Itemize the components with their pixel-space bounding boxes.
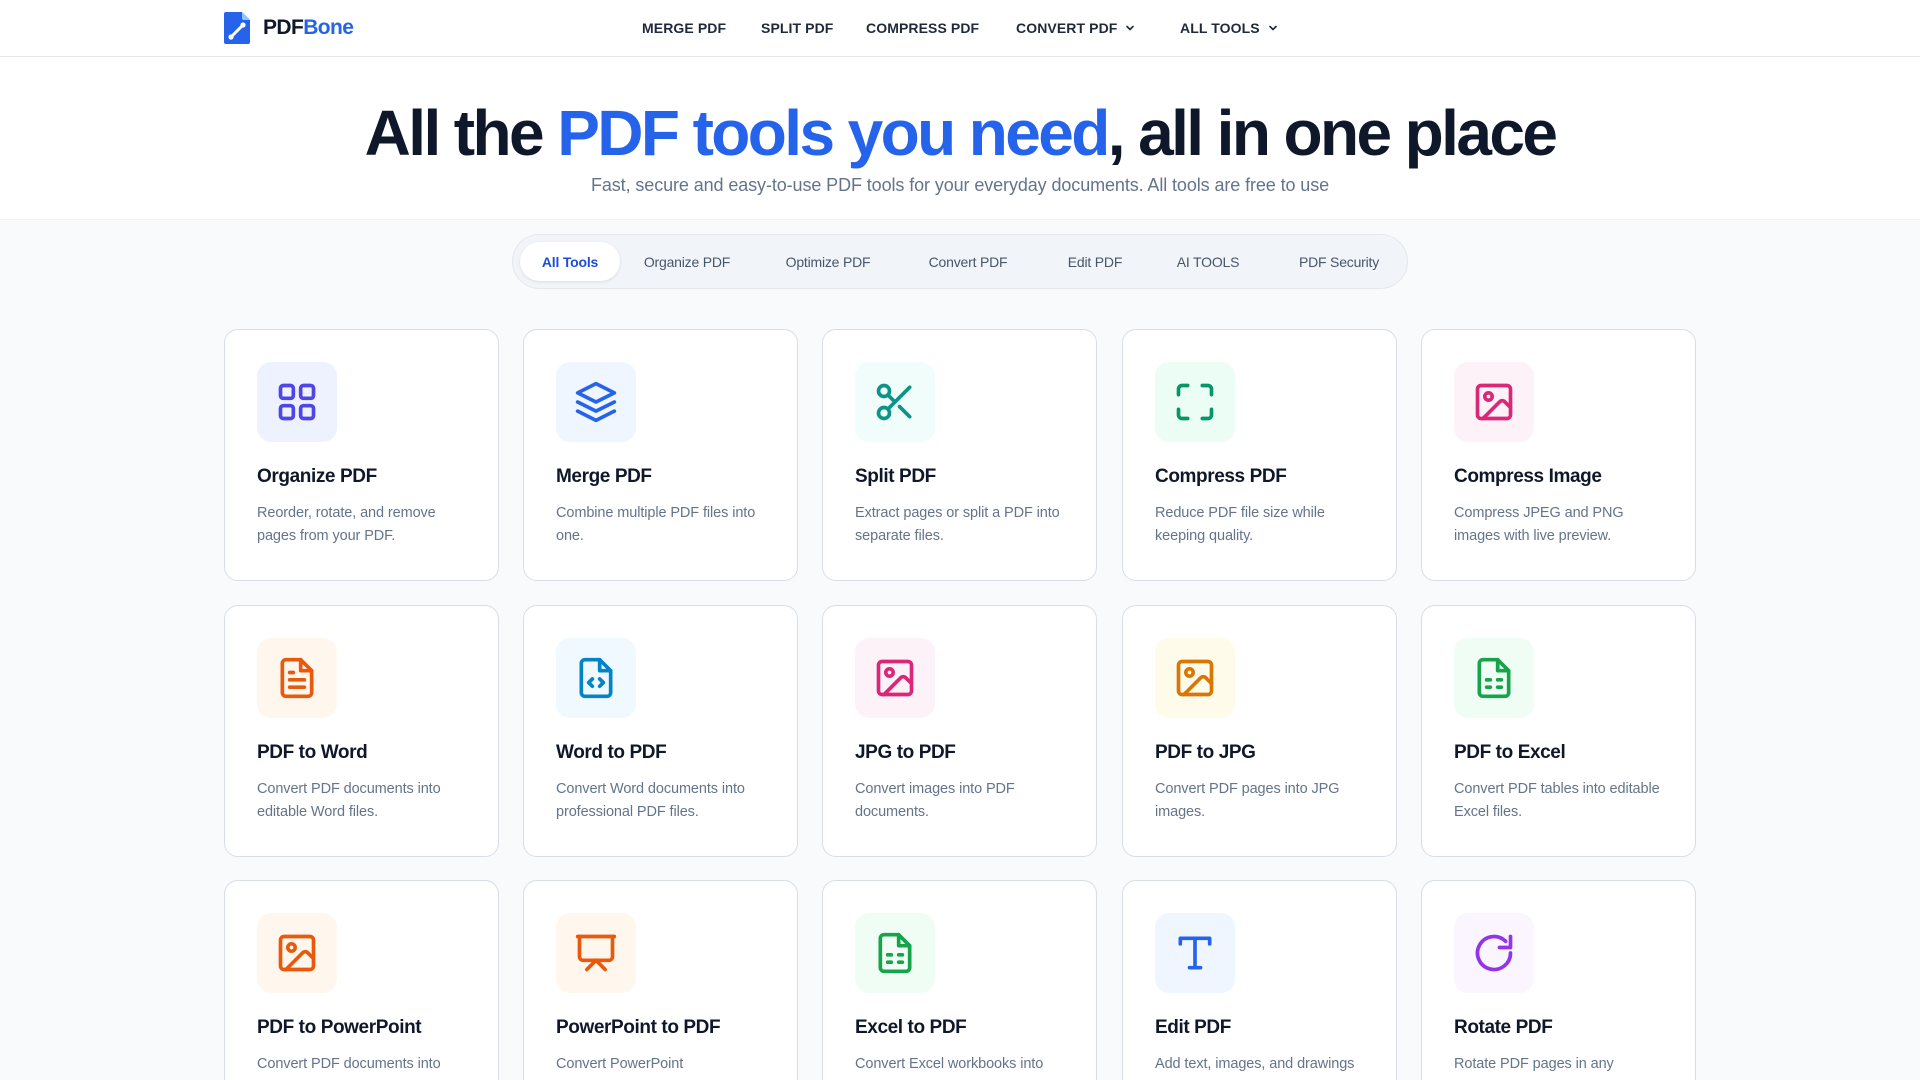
tool-title: Compress PDF	[1155, 466, 1287, 487]
code-file-icon	[579, 657, 613, 699]
image-icon	[278, 934, 316, 972]
tool-icon-box	[1155, 638, 1235, 718]
tool-icon-box	[257, 638, 337, 718]
scissors-icon	[876, 383, 912, 421]
tool-description: Rotate PDF pages in any	[1454, 1056, 1614, 1072]
tool-icon-box	[556, 913, 636, 993]
tool-description: Convert Word documents into professional…	[556, 781, 745, 820]
tool-title: Excel to PDF	[855, 1017, 967, 1038]
tool-description: Convert images into PDF documents.	[855, 781, 1015, 820]
tool-card-edit-pdf[interactable]: Edit PDF Add text, images, and drawings	[1122, 880, 1397, 1080]
tool-title: Compress Image	[1454, 466, 1602, 487]
tool-icon-box	[556, 638, 636, 718]
tool-title: PDF to PowerPoint	[257, 1017, 422, 1038]
tool-title: PDF to Excel	[1454, 742, 1566, 763]
tool-card-organize-pdf[interactable]: Organize PDF Reorder, rotate, and remove…	[224, 329, 499, 581]
rotate-icon	[1475, 934, 1513, 972]
tool-title: JPG to PDF	[855, 742, 956, 763]
tool-title: Word to PDF	[556, 742, 667, 763]
tool-card-compress-pdf[interactable]: Compress PDF Reduce PDF file size while …	[1122, 329, 1397, 581]
tool-title: Organize PDF	[257, 466, 377, 487]
tool-icon-box	[1155, 362, 1235, 442]
presentation-icon	[575, 934, 617, 972]
tool-card-jpg-to-pdf[interactable]: JPG to PDF Convert images into PDF docum…	[822, 605, 1097, 857]
tool-icon-box	[1155, 913, 1235, 993]
image-icon	[1176, 659, 1214, 697]
grid-icon	[278, 383, 316, 421]
tool-icon-box	[556, 362, 636, 442]
tool-title: Edit PDF	[1155, 1017, 1231, 1038]
layers-icon	[575, 381, 617, 423]
spreadsheet-icon	[1477, 657, 1511, 699]
image-icon	[876, 659, 914, 697]
tool-card-split-pdf[interactable]: Split PDF Extract pages or split a PDF i…	[822, 329, 1097, 581]
tool-card-pdf-to-excel[interactable]: PDF to Excel Convert PDF tables into edi…	[1421, 605, 1696, 857]
tool-description: Reduce PDF file size while keeping quali…	[1155, 505, 1325, 544]
tool-card-rotate-pdf[interactable]: Rotate PDF Rotate PDF pages in any	[1421, 880, 1696, 1080]
tool-card-word-to-pdf[interactable]: Word to PDF Convert Word documents into …	[523, 605, 798, 857]
tool-description: Reorder, rotate, and remove pages from y…	[257, 505, 436, 544]
tool-description: Convert PDF documents into editable Word…	[257, 781, 441, 820]
tool-title: PDF to Word	[257, 742, 368, 763]
tool-title: Rotate PDF	[1454, 1017, 1553, 1038]
tool-icon-box	[855, 638, 935, 718]
tool-card-excel-to-pdf[interactable]: Excel to PDF Convert Excel workbooks int…	[822, 880, 1097, 1080]
tool-icon-box	[855, 913, 935, 993]
image-icon	[1475, 383, 1513, 421]
tool-description: Convert Excel workbooks into	[855, 1056, 1044, 1072]
tool-title: PowerPoint to PDF	[556, 1017, 721, 1038]
document-text-icon	[280, 657, 314, 699]
tool-description: Convert PDF documents into	[257, 1056, 441, 1072]
tool-card-pdf-to-powerpoint[interactable]: PDF to PowerPoint Convert PDF documents …	[224, 880, 499, 1080]
tool-card-pdf-to-jpg[interactable]: PDF to JPG Convert PDF pages into JPG im…	[1122, 605, 1397, 857]
text-t-icon	[1178, 936, 1212, 970]
tool-description: Compress JPEG and PNG images with live p…	[1454, 505, 1624, 544]
tool-icon-box	[257, 362, 337, 442]
tool-icon-box	[1454, 913, 1534, 993]
tool-description: Convert PowerPoint	[556, 1056, 684, 1072]
tool-icon-box	[1454, 638, 1534, 718]
tool-card-compress-image[interactable]: Compress Image Compress JPEG and PNG ima…	[1421, 329, 1696, 581]
tool-description: Convert PDF tables into editable Excel f…	[1454, 781, 1660, 820]
tool-card-powerpoint-to-pdf[interactable]: PowerPoint to PDF Convert PowerPoint	[523, 880, 798, 1080]
tools-grid: Organize PDF Reorder, rotate, and remove…	[0, 0, 1920, 1080]
tool-icon-box	[1454, 362, 1534, 442]
compress-frame-icon	[1176, 383, 1214, 421]
tool-title: Merge PDF	[556, 466, 652, 487]
tool-card-merge-pdf[interactable]: Merge PDF Combine multiple PDF files int…	[523, 329, 798, 581]
spreadsheet-icon	[878, 932, 912, 974]
tool-icon-box	[257, 913, 337, 993]
tool-description: Extract pages or split a PDF into separa…	[855, 505, 1060, 544]
tool-title: Split PDF	[855, 466, 936, 487]
tool-card-pdf-to-word[interactable]: PDF to Word Convert PDF documents into e…	[224, 605, 499, 857]
tool-description: Combine multiple PDF files into one.	[556, 505, 756, 544]
tool-description: Add text, images, and drawings	[1155, 1056, 1355, 1072]
tool-title: PDF to JPG	[1155, 742, 1256, 763]
tool-description: Convert PDF pages into JPG images.	[1155, 781, 1340, 820]
tool-icon-box	[855, 362, 935, 442]
